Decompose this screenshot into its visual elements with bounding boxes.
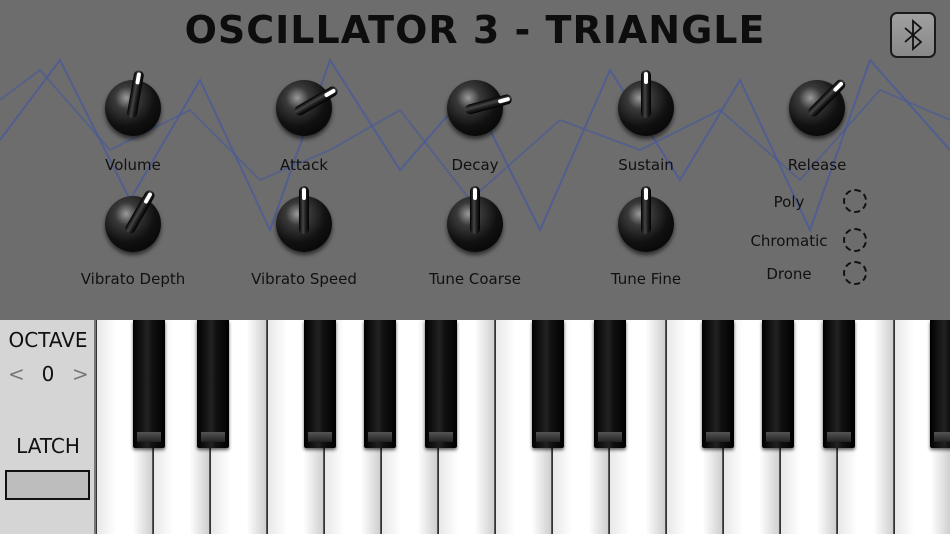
- knob-pointer: [470, 186, 480, 234]
- latch-button[interactable]: [5, 470, 90, 500]
- tune-coarse-label: Tune Coarse: [429, 270, 521, 288]
- poly-label: Poly: [773, 193, 805, 211]
- tune-fine-label: Tune Fine: [610, 270, 682, 288]
- octave-label: OCTAVE: [8, 328, 88, 352]
- bluetooth-button[interactable]: [890, 12, 936, 58]
- sustain-label: Sustain: [618, 156, 674, 174]
- control-panel: OSCILLATOR 3 - TRIANGLE Volume Attack De…: [0, 0, 950, 320]
- black-key[interactable]: [702, 320, 734, 448]
- octave-up-button[interactable]: >: [72, 362, 89, 386]
- black-key[interactable]: [425, 320, 457, 448]
- attack-label: Attack: [280, 156, 328, 174]
- tune-coarse-knob[interactable]: [447, 186, 503, 252]
- vibrato-depth-label: Vibrato Depth: [80, 270, 186, 288]
- black-key[interactable]: [930, 320, 950, 448]
- decay-label: Decay: [451, 156, 499, 174]
- vibrato-speed-label: Vibrato Speed: [251, 270, 357, 288]
- black-key[interactable]: [762, 320, 794, 448]
- drone-toggle[interactable]: [843, 261, 867, 285]
- volume-label: Volume: [105, 156, 161, 174]
- chromatic-toggle[interactable]: [843, 228, 867, 252]
- poly-toggle[interactable]: [843, 189, 867, 213]
- black-key[interactable]: [823, 320, 855, 448]
- tune-fine-knob[interactable]: [618, 186, 674, 252]
- octave-value: 0: [41, 362, 55, 386]
- release-label: Release: [787, 156, 847, 174]
- bluetooth-icon: [904, 19, 923, 51]
- black-key[interactable]: [532, 320, 564, 448]
- black-key[interactable]: [304, 320, 336, 448]
- knob-pointer: [299, 186, 309, 234]
- decay-knob[interactable]: [447, 80, 513, 136]
- black-key[interactable]: [133, 320, 165, 448]
- knob-pointer: [641, 186, 651, 234]
- octave-down-button[interactable]: <: [8, 362, 25, 386]
- black-key[interactable]: [364, 320, 396, 448]
- black-key[interactable]: [594, 320, 626, 448]
- page-title: OSCILLATOR 3 - TRIANGLE: [184, 8, 766, 52]
- left-control-strip: OCTAVE < 0 > LATCH: [0, 320, 96, 534]
- vibrato-speed-knob[interactable]: [276, 186, 332, 252]
- release-knob[interactable]: [789, 77, 848, 136]
- attack-knob[interactable]: [276, 80, 340, 136]
- vibrato-depth-knob[interactable]: [105, 188, 161, 252]
- sustain-knob[interactable]: [618, 70, 674, 136]
- volume-knob[interactable]: [105, 69, 161, 136]
- drone-label: Drone: [766, 265, 812, 283]
- piano-keyboard: [96, 320, 950, 534]
- chromatic-label: Chromatic: [750, 232, 828, 250]
- knob-pointer: [641, 70, 651, 118]
- black-key[interactable]: [197, 320, 229, 448]
- latch-label: LATCH: [16, 434, 80, 458]
